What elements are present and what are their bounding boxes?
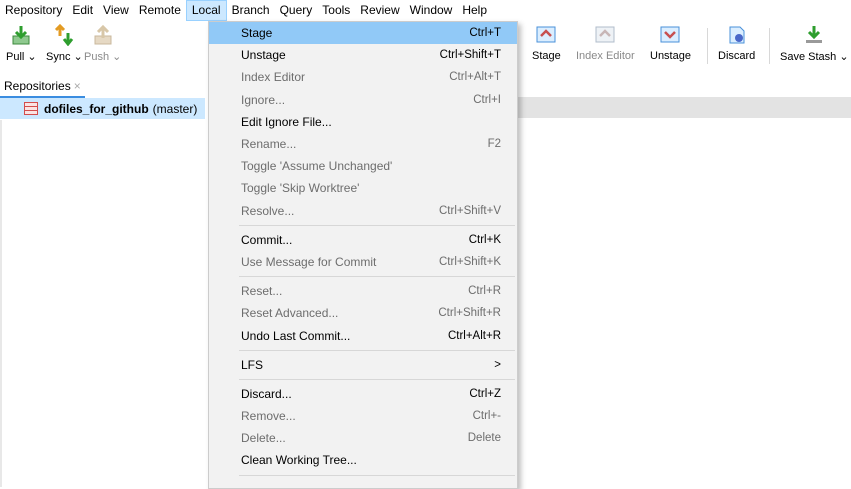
menu-item-resolve[interactable]: Resolve... Ctrl+Shift+V xyxy=(209,200,517,222)
repositories-tab[interactable]: Repositories × xyxy=(0,76,85,98)
menu-review[interactable]: Review xyxy=(355,0,404,21)
menu-item-undo-last-commit[interactable]: Undo Last Commit... Ctrl+Alt+R xyxy=(209,324,517,346)
pull-button[interactable]: Pull ⌄ xyxy=(6,24,37,70)
menu-view[interactable]: View xyxy=(98,0,134,21)
repositories-tab-label: Repositories xyxy=(4,79,71,93)
menu-item-reset[interactable]: Reset... Ctrl+R xyxy=(209,280,517,302)
menu-item-rename[interactable]: Rename... F2 xyxy=(209,133,517,155)
menu-item-unstage[interactable]: Unstage Ctrl+Shift+T xyxy=(209,44,517,66)
menu-query[interactable]: Query xyxy=(275,0,318,21)
submenu-arrow-icon: > xyxy=(494,358,501,371)
discard-button[interactable]: Discard xyxy=(718,24,755,70)
repository-item[interactable]: dofiles_for_github (master) xyxy=(0,98,205,119)
menu-item-lfs[interactable]: LFS > xyxy=(209,354,517,376)
save-stash-button[interactable]: Save Stash ⌄ xyxy=(780,24,849,70)
pull-label: Pull ⌄ xyxy=(6,51,37,63)
menu-item-ignore[interactable]: Ignore... Ctrl+I xyxy=(209,89,517,111)
menu-item-edit-ignore-file[interactable]: Edit Ignore File... xyxy=(209,111,517,133)
stage-label: Stage xyxy=(532,50,561,62)
stage-icon xyxy=(536,26,556,43)
close-icon[interactable]: × xyxy=(74,79,81,93)
discard-icon xyxy=(729,26,745,44)
menu-separator xyxy=(239,224,515,226)
menu-window[interactable]: Window xyxy=(405,0,458,21)
menu-separator xyxy=(239,349,515,351)
discard-label: Discard xyxy=(718,50,756,62)
push-icon xyxy=(94,24,112,45)
panel-header-bar xyxy=(518,97,851,118)
menu-item-delete[interactable]: Delete... Delete xyxy=(209,427,517,449)
menu-help[interactable]: Help xyxy=(457,0,492,21)
menu-edit[interactable]: Edit xyxy=(67,0,98,21)
menu-item-index-editor[interactable]: Index Editor Ctrl+Alt+T xyxy=(209,66,517,88)
menu-item-toggle-assume-unchanged[interactable]: Toggle 'Assume Unchanged' xyxy=(209,155,517,177)
menu-local[interactable]: Local xyxy=(185,0,227,21)
menu-item-toggle-skip-worktree[interactable]: Toggle 'Skip Worktree' xyxy=(209,177,517,199)
menu-branch[interactable]: Branch xyxy=(227,0,275,21)
save-stash-icon xyxy=(806,26,823,43)
sync-icon xyxy=(55,24,74,46)
index-editor-icon xyxy=(595,26,615,43)
menu-repository[interactable]: Repository xyxy=(0,0,67,21)
index-editor-button[interactable]: Index Editor xyxy=(576,24,635,70)
repository-icon xyxy=(24,102,38,115)
menu-item-discard[interactable]: Discard... Ctrl+Z xyxy=(209,383,517,405)
sync-button[interactable]: Sync ⌄ xyxy=(46,24,83,70)
menu-item-clean-working-tree[interactable]: Clean Working Tree... xyxy=(209,449,517,471)
save-stash-label: Save Stash ⌄ xyxy=(780,51,849,63)
menu-bar: Repository Edit View Remote Local Branch… xyxy=(0,0,851,21)
menu-item-reset-advanced[interactable]: Reset Advanced... Ctrl+Shift+R xyxy=(209,302,517,324)
stage-button[interactable]: Stage xyxy=(532,24,561,70)
repository-name: dofiles_for_github xyxy=(44,101,149,116)
menu-separator xyxy=(239,276,515,278)
repository-branch: (master) xyxy=(152,101,198,116)
menu-remote[interactable]: Remote xyxy=(134,0,186,21)
pull-icon xyxy=(12,26,30,45)
left-border xyxy=(0,120,2,487)
unstage-button[interactable]: Unstage xyxy=(650,24,691,70)
index-editor-label: Index Editor xyxy=(576,50,635,62)
push-button[interactable]: Push ⌄ xyxy=(84,24,121,70)
local-dropdown-menu: Stage Ctrl+T Unstage Ctrl+Shift+T Index … xyxy=(208,21,518,489)
sync-label: Sync ⌄ xyxy=(46,51,83,63)
menu-item-use-message-for-commit[interactable]: Use Message for Commit Ctrl+Shift+K xyxy=(209,251,517,273)
toolbar-separator xyxy=(707,28,708,64)
push-label: Push ⌄ xyxy=(84,51,122,63)
unstage-label: Unstage xyxy=(650,50,691,62)
toolbar-separator xyxy=(769,28,770,64)
menu-separator xyxy=(239,378,515,380)
menu-tools[interactable]: Tools xyxy=(317,0,355,21)
menu-item-commit[interactable]: Commit... Ctrl+K xyxy=(209,229,517,251)
menu-separator xyxy=(239,474,515,476)
unstage-icon xyxy=(660,26,680,43)
menu-item-stage[interactable]: Stage Ctrl+T xyxy=(209,22,517,45)
menu-item-remove[interactable]: Remove... Ctrl+- xyxy=(209,405,517,427)
